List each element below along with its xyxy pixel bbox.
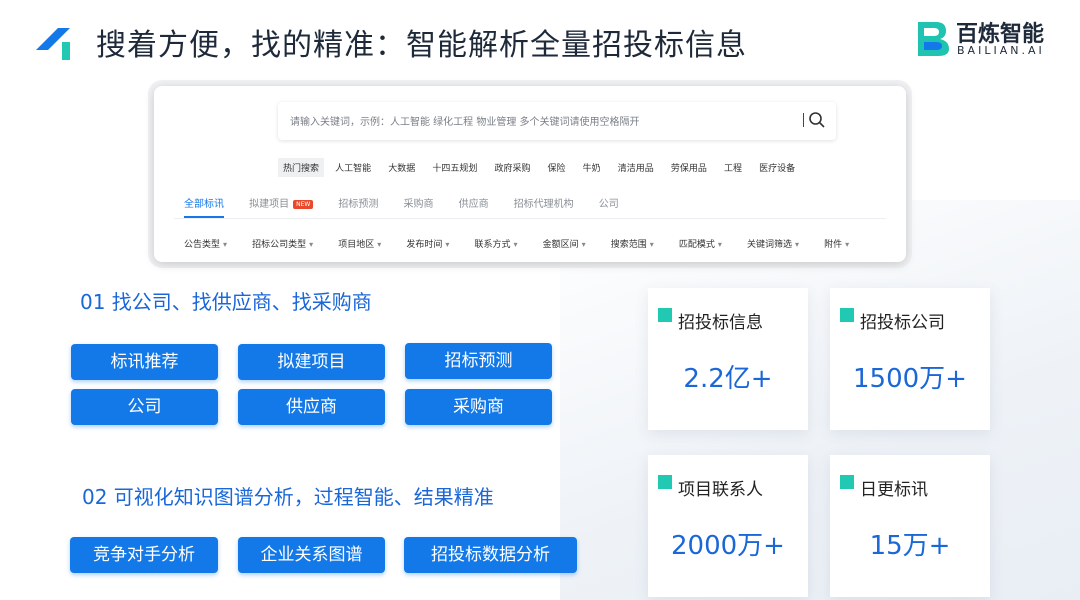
chevron-down-icon: ▾ — [581, 240, 586, 249]
section2-title: 02 可视化知识图谱分析，过程智能、结果精准 — [82, 485, 494, 509]
bid-data-analysis-button[interactable]: 招投标数据分析 — [404, 537, 577, 573]
filter-dropdown[interactable]: 招标公司类型 ▾ — [252, 237, 313, 250]
chevron-down-icon: ▾ — [309, 240, 314, 249]
bid-forecast-button[interactable]: 招标预测 — [405, 343, 552, 379]
tab-all-bids[interactable]: 全部标讯 — [184, 195, 224, 218]
new-badge: NEW — [293, 200, 314, 209]
hot-keyword[interactable]: 人工智能 — [335, 161, 371, 174]
brand-subtitle: BAILIAN.AI — [957, 44, 1045, 57]
enterprise-graph-button[interactable]: 企业关系图谱 — [238, 537, 385, 573]
hot-keyword[interactable]: 清洁用品 — [618, 161, 654, 174]
hot-keyword[interactable]: 保险 — [548, 161, 566, 174]
bid-recommendation-button[interactable]: 标讯推荐 — [71, 344, 218, 380]
tab-companies[interactable]: 公司 — [599, 195, 619, 218]
stat-value: 1500万+ — [853, 364, 967, 394]
stat-label: 日更标讯 — [860, 480, 928, 500]
hot-keyword[interactable]: 十四五规划 — [432, 161, 477, 174]
brand-icon — [918, 22, 949, 56]
hot-keyword[interactable]: 牛奶 — [583, 161, 601, 174]
tab-proposed-projects[interactable]: 拟建项目 NEW — [249, 195, 314, 218]
card-marker — [658, 308, 672, 322]
stat-card-bid-info: 招投标信息 2.2亿+ — [648, 288, 808, 430]
tab-divider — [174, 218, 886, 219]
hot-search-label: 热门搜索 — [278, 158, 325, 177]
stat-label: 项目联系人 — [678, 480, 763, 500]
tab-bid-forecast[interactable]: 招标预测 — [338, 195, 378, 218]
brand-logo: 百炼智能 BAILIAN.AI — [916, 14, 1066, 62]
proposed-projects-button[interactable]: 拟建项目 — [238, 344, 385, 380]
hot-keyword[interactable]: 工程 — [724, 161, 742, 174]
chevron-down-icon: ▾ — [445, 240, 450, 249]
chevron-down-icon: ▾ — [717, 240, 722, 249]
stat-card-daily-bids: 日更标讯 15万+ — [830, 455, 990, 597]
card-marker — [840, 475, 854, 489]
hot-keyword[interactable]: 大数据 — [388, 161, 415, 174]
filter-dropdown[interactable]: 发布时间 ▾ — [406, 237, 449, 250]
stat-card-contacts: 项目联系人 2000万+ — [648, 455, 808, 597]
chevron-down-icon: ▾ — [377, 240, 382, 249]
tab-bid-agencies[interactable]: 招标代理机构 — [514, 195, 574, 218]
filter-bar: 公告类型 ▾ 招标公司类型 ▾ 项目地区 ▾ 发布时间 ▾ 联系方式 ▾ 金额区间 ▾ 搜索… — [184, 232, 869, 251]
stat-label: 招投标公司 — [860, 313, 945, 333]
stat-value: 2.2亿+ — [683, 364, 773, 394]
chevron-down-icon: ▾ — [223, 240, 228, 249]
hot-keyword[interactable]: 劳保用品 — [671, 161, 707, 174]
tab-suppliers[interactable]: 供应商 — [459, 195, 489, 218]
card-marker — [658, 475, 672, 489]
filter-dropdown[interactable]: 匹配模式 ▾ — [679, 237, 722, 250]
hot-keyword[interactable]: 医疗设备 — [759, 161, 795, 174]
hot-keyword[interactable]: 政府采购 — [494, 161, 530, 174]
tab-purchasers[interactable]: 采购商 — [404, 195, 434, 218]
chevron-down-icon: ▾ — [795, 240, 800, 249]
search-divider — [803, 113, 804, 127]
filter-dropdown[interactable]: 关键词筛选 ▾ — [747, 237, 799, 250]
stat-value: 2000万+ — [671, 531, 785, 561]
filter-dropdown[interactable]: 附件 ▾ — [824, 237, 849, 250]
filter-dropdown[interactable]: 项目地区 ▾ — [338, 237, 381, 250]
filter-dropdown[interactable]: 公告类型 ▾ — [184, 237, 227, 250]
stat-label: 招投标信息 — [678, 313, 763, 333]
stat-value: 15万+ — [869, 531, 951, 561]
hot-search-row: 热门搜索 人工智能 大数据 十四五规划 政府采购 保险 牛奶 清洁用品 劳保用品… — [278, 156, 807, 177]
purchaser-button[interactable]: 采购商 — [405, 389, 552, 425]
filter-dropdown[interactable]: 联系方式 ▾ — [475, 237, 518, 250]
search-placeholder: 请输入关键词，示例：人工智能 绿化工程 物业管理 多个关键词请使用空格隔开 — [290, 117, 640, 128]
logo-icon — [36, 28, 70, 60]
search-input[interactable]: 请输入关键词，示例：人工智能 绿化工程 物业管理 多个关键词请使用空格隔开 — [278, 102, 836, 140]
stat-card-bid-companies: 招投标公司 1500万+ — [830, 288, 990, 430]
supplier-button[interactable]: 供应商 — [238, 389, 385, 425]
company-button[interactable]: 公司 — [71, 389, 218, 425]
page-title: 搜着方便，找的精准：智能解析全量招投标信息 — [96, 28, 747, 63]
chevron-down-icon: ▾ — [845, 240, 850, 249]
chevron-down-icon: ▾ — [649, 240, 654, 249]
chevron-down-icon: ▾ — [513, 240, 518, 249]
search-panel: 请输入关键词，示例：人工智能 绿化工程 物业管理 多个关键词请使用空格隔开 热门… — [154, 86, 906, 262]
search-icon[interactable] — [808, 111, 826, 129]
card-marker — [840, 308, 854, 322]
section1-title: 01 找公司、找供应商、找采购商 — [80, 290, 372, 314]
filter-dropdown[interactable]: 金额区间 ▾ — [543, 237, 586, 250]
category-tabs: 全部标讯 拟建项目 NEW 招标预测 采购商 供应商 招标代理机构 公司 — [184, 192, 639, 218]
filter-dropdown[interactable]: 搜索范围 ▾ — [611, 237, 654, 250]
competitor-analysis-button[interactable]: 竞争对手分析 — [70, 537, 218, 573]
